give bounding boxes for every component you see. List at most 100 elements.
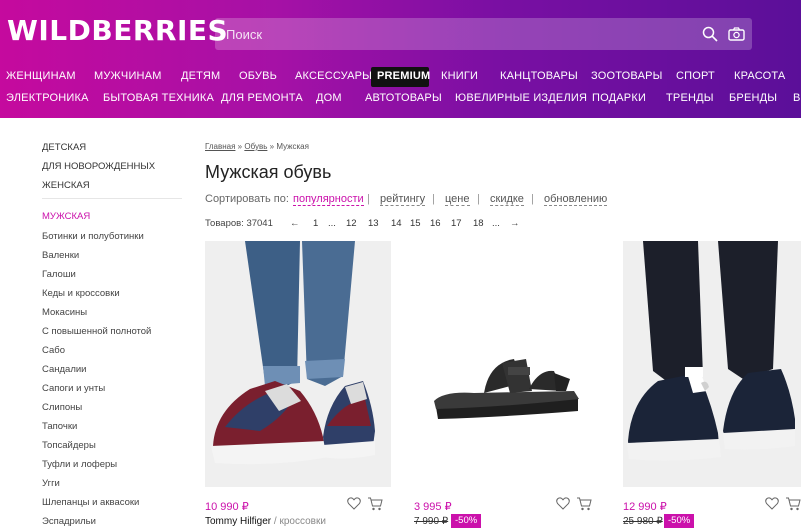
heart-icon[interactable] <box>556 497 570 510</box>
nav-beauty[interactable]: КРАСОТА <box>734 70 785 82</box>
sort-updates[interactable]: обновлению <box>544 193 608 206</box>
sidebar-item[interactable]: Сандалии <box>42 364 86 375</box>
breadcrumb-shoes[interactable]: Обувь <box>244 142 267 151</box>
brand-name: Tommy Hilfiger <box>205 516 272 527</box>
page-title: Мужская обувь <box>205 162 332 182</box>
product-count: Товаров: 37041 <box>205 218 273 229</box>
sidebar-item[interactable]: Валенки <box>42 250 79 261</box>
pager-ellipsis: ... <box>492 218 500 229</box>
pager-page[interactable]: 15 <box>410 218 421 229</box>
sort-separator: | <box>367 193 370 205</box>
sort-separator: | <box>477 193 480 205</box>
product-brand[interactable]: Tommy Hilfiger / кроссовки <box>205 516 326 527</box>
sidebar-item[interactable]: Топсайдеры <box>42 440 96 451</box>
nav-pets[interactable]: ЗООТОВАРЫ <box>591 70 663 82</box>
cart-icon[interactable] <box>576 497 592 511</box>
breadcrumb-sep: » <box>267 142 277 151</box>
pager-next-icon[interactable]: → <box>510 218 520 229</box>
product-card[interactable]: 3 995 ₽ 7 990 ₽ -50% <box>414 241 600 530</box>
sidebar-item-men-active[interactable]: МУЖСКАЯ <box>42 211 90 222</box>
sort-popularity[interactable]: популярности <box>293 193 364 206</box>
nav-repair[interactable]: ДЛЯ РЕМОНТА <box>221 92 303 104</box>
product-card[interactable]: 12 990 ₽ 25 980 ₽ -50% <box>623 241 801 530</box>
nav-gifts[interactable]: ПОДАРКИ <box>592 92 646 104</box>
nav-books[interactable]: КНИГИ <box>441 70 478 82</box>
sort-label: Сортировать по: <box>205 193 289 205</box>
breadcrumb-current: Мужская <box>276 142 309 151</box>
pager-page[interactable]: 17 <box>451 218 462 229</box>
product-image-sandal <box>414 241 600 487</box>
sort-discount[interactable]: скидке <box>490 193 524 206</box>
nav-men[interactable]: МУЖЧИНАМ <box>94 70 162 82</box>
nav-electronics[interactable]: ЭЛЕКТРОНИКА <box>6 92 89 104</box>
pager-ellipsis: ... <box>328 218 336 229</box>
product-card[interactable]: 10 990 ₽ Tommy Hilfiger / кроссовки <box>205 241 391 530</box>
product-category: кроссовки <box>279 516 326 527</box>
pager-page[interactable]: 18 <box>473 218 484 229</box>
product-image[interactable] <box>414 241 600 487</box>
nav-trends[interactable]: ТРЕНДЫ <box>666 92 714 104</box>
sidebar-item-kids[interactable]: ДЕТСКАЯ <box>42 142 86 153</box>
product-old-price: 25 980 ₽ <box>623 516 663 527</box>
search-bar <box>215 18 752 50</box>
pager-prev-icon[interactable]: ← <box>290 218 300 229</box>
search-icon[interactable] <box>702 26 718 42</box>
product-image[interactable] <box>205 241 391 487</box>
heart-icon[interactable] <box>765 497 779 510</box>
product-price: 3 995 ₽ <box>414 501 452 513</box>
pager-page[interactable]: 12 <box>346 218 357 229</box>
sidebar-item[interactable]: Угги <box>42 478 60 489</box>
sidebar-item[interactable]: Слипоны <box>42 402 82 413</box>
sort-rating[interactable]: рейтингу <box>380 193 426 206</box>
sidebar-item[interactable]: Тапочки <box>42 421 77 432</box>
sidebar-item[interactable]: Ботинки и полуботинки <box>42 231 144 242</box>
heart-icon[interactable] <box>347 497 361 510</box>
sidebar-item[interactable]: Туфли и лоферы <box>42 459 117 470</box>
sidebar-item[interactable]: Сабо <box>42 345 65 356</box>
cart-icon[interactable] <box>785 497 801 511</box>
product-image-leather-sneakers <box>623 241 801 487</box>
sidebar-item[interactable]: Сапоги и унты <box>42 383 105 394</box>
pager-page[interactable]: 16 <box>430 218 441 229</box>
logo[interactable]: WILDBERRIES <box>7 14 228 47</box>
nav-auto[interactable]: АВТОТОВАРЫ <box>365 92 442 104</box>
cart-icon[interactable] <box>367 497 383 511</box>
sidebar-item[interactable]: Галоши <box>42 269 76 280</box>
nav-stationery[interactable]: КАНЦТОВАРЫ <box>500 70 578 82</box>
sort-separator: | <box>432 193 435 205</box>
nav-women[interactable]: ЖЕНЩИНАМ <box>6 70 76 82</box>
pager-page[interactable]: 13 <box>368 218 379 229</box>
nav-kids[interactable]: ДЕТЯМ <box>181 70 220 82</box>
nav-premium[interactable]: PREMIUM <box>377 70 430 82</box>
sort-separator: | <box>531 193 534 205</box>
search-input[interactable] <box>215 18 685 50</box>
nav-accessories[interactable]: АКСЕССУАРЫ <box>295 70 372 82</box>
sidebar-item[interactable]: С повышенной полнотой <box>42 326 151 337</box>
nav-more[interactable]: ВЕ <box>793 92 801 104</box>
product-price: 10 990 ₽ <box>205 501 249 513</box>
sort-price[interactable]: цене <box>445 193 470 206</box>
product-old-price: 7 990 ₽ <box>414 516 449 527</box>
pager-page[interactable]: 14 <box>391 218 402 229</box>
sidebar-item[interactable]: Кеды и кроссовки <box>42 288 120 299</box>
breadcrumb-home[interactable]: Главная <box>205 142 235 151</box>
nav-jewelry[interactable]: ЮВЕЛИРНЫЕ ИЗДЕЛИЯ <box>455 92 587 104</box>
nav-brands[interactable]: БРЕНДЫ <box>729 92 777 104</box>
product-image-sneakers-on-feet <box>205 241 391 487</box>
sidebar-item[interactable]: Шлепанцы и аквасоки <box>42 497 139 508</box>
pager-page[interactable]: 1 <box>313 218 318 229</box>
nav-shoes[interactable]: ОБУВЬ <box>239 70 277 82</box>
sidebar-divider <box>42 198 182 199</box>
breadcrumb: Главная » Обувь » Мужская <box>205 142 309 151</box>
sidebar-item[interactable]: Мокасины <box>42 307 87 318</box>
nav-appliances[interactable]: БЫТОВАЯ ТЕХНИКА <box>103 92 214 104</box>
sidebar-item[interactable]: Эспадрильи <box>42 516 96 527</box>
nav-sport[interactable]: СПОРТ <box>676 70 715 82</box>
nav-home[interactable]: ДОМ <box>316 92 342 104</box>
sidebar-item-women[interactable]: ЖЕНСКАЯ <box>42 180 90 191</box>
camera-icon[interactable] <box>728 26 745 42</box>
product-image[interactable] <box>623 241 801 487</box>
discount-badge: -50% <box>664 514 695 528</box>
product-price: 12 990 ₽ <box>623 501 667 513</box>
sidebar-item-newborn[interactable]: ДЛЯ НОВОРОЖДЕННЫХ <box>42 161 155 172</box>
